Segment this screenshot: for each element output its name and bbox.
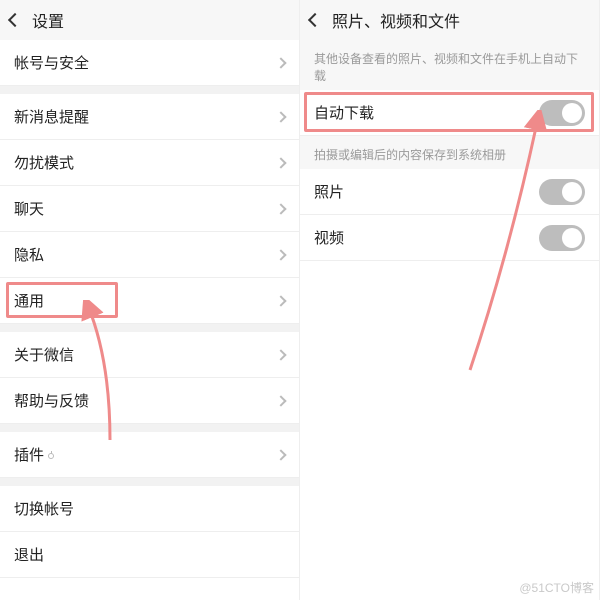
row-label: 切换帐号 <box>14 498 74 519</box>
row-new-message[interactable]: 新消息提醒 <box>0 94 299 140</box>
row-label: 退出 <box>14 544 44 565</box>
row-videos[interactable]: 视频 <box>300 215 599 261</box>
section-hint: 拍摄或编辑后的内容保存到系统相册 <box>300 136 599 169</box>
back-icon[interactable] <box>308 13 322 27</box>
row-general[interactable]: 通用 <box>0 278 299 324</box>
row-privacy[interactable]: 隐私 <box>0 232 299 278</box>
chevron-right-icon <box>275 449 286 460</box>
row-auto-download[interactable]: 自动下载 <box>300 90 599 136</box>
row-about[interactable]: 关于微信 <box>0 332 299 378</box>
chevron-right-icon <box>275 203 286 214</box>
row-label: 照片 <box>314 181 344 202</box>
back-icon[interactable] <box>8 13 22 27</box>
watermark: @51CTO博客 <box>519 579 594 596</box>
toggle-videos[interactable] <box>539 225 585 251</box>
page-title: 设置 <box>32 8 64 32</box>
chevron-right-icon <box>275 111 286 122</box>
row-label: 隐私 <box>14 244 44 265</box>
section-gap <box>0 86 299 94</box>
row-logout[interactable]: 退出 <box>0 532 299 578</box>
toggle-auto-download[interactable] <box>539 100 585 126</box>
settings-screen: 设置 帐号与安全 新消息提醒 勿扰模式 聊天 隐私 通用 <box>0 0 300 600</box>
chevron-right-icon <box>275 249 286 260</box>
row-label: 勿扰模式 <box>14 152 74 173</box>
row-label: 帐号与安全 <box>14 52 89 73</box>
row-label: 插件 <box>14 444 54 465</box>
row-label: 通用 <box>14 290 44 311</box>
row-label: 关于微信 <box>14 344 74 365</box>
chevron-right-icon <box>275 157 286 168</box>
row-help-feedback[interactable]: 帮助与反馈 <box>0 378 299 424</box>
section-gap <box>0 478 299 486</box>
header: 设置 <box>0 0 299 40</box>
row-label: 聊天 <box>14 198 44 219</box>
row-chat[interactable]: 聊天 <box>0 186 299 232</box>
row-photos[interactable]: 照片 <box>300 169 599 215</box>
row-account-security[interactable]: 帐号与安全 <box>0 40 299 86</box>
header: 照片、视频和文件 <box>300 0 599 40</box>
section-hint: 其他设备查看的照片、视频和文件在手机上自动下载 <box>300 40 599 90</box>
row-switch-account[interactable]: 切换帐号 <box>0 486 299 532</box>
chevron-right-icon <box>275 57 286 68</box>
section-gap <box>0 324 299 332</box>
row-label: 视频 <box>314 227 344 248</box>
chevron-right-icon <box>275 349 286 360</box>
page-title: 照片、视频和文件 <box>332 8 460 32</box>
row-dnd[interactable]: 勿扰模式 <box>0 140 299 186</box>
chevron-right-icon <box>275 295 286 306</box>
location-icon <box>48 453 54 459</box>
row-label: 帮助与反馈 <box>14 390 89 411</box>
section-gap <box>0 424 299 432</box>
row-label: 自动下载 <box>314 102 374 123</box>
chevron-right-icon <box>275 395 286 406</box>
row-plugins[interactable]: 插件 <box>0 432 299 478</box>
media-screen: 照片、视频和文件 其他设备查看的照片、视频和文件在手机上自动下载 自动下载 拍摄… <box>300 0 600 600</box>
toggle-photos[interactable] <box>539 179 585 205</box>
row-label: 新消息提醒 <box>14 106 89 127</box>
